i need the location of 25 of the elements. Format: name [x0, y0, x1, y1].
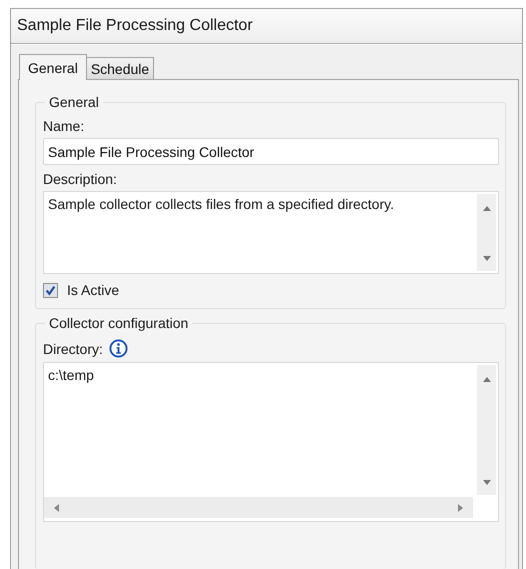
- info-icon[interactable]: [108, 339, 128, 358]
- scroll-up-icon: [482, 206, 490, 211]
- name-field[interactable]: Sample File Processing Collector: [43, 138, 499, 165]
- field-label: Name:: [43, 118, 86, 134]
- directory-text: c:\temp: [47, 366, 95, 385]
- tab[interactable]: General: [19, 54, 87, 80]
- scroll-down-icon: [482, 256, 490, 261]
- scrollbar[interactable]: [44, 497, 473, 518]
- description-text: Sample collector collects files from a specified directory.: [47, 195, 395, 214]
- description-field[interactable]: Sample collector collects files from a specified directory.: [43, 191, 499, 274]
- scrollbar[interactable]: [477, 194, 496, 271]
- directory-field[interactable]: c:\temp: [43, 362, 499, 522]
- field-label: Directory:: [43, 340, 103, 356]
- checkbox[interactable]: [43, 282, 58, 298]
- scrollbar[interactable]: [477, 365, 496, 495]
- scroll-up-icon: [482, 377, 490, 382]
- scroll-left-icon: [54, 504, 59, 512]
- window-title: Sample File Processing Collector: [17, 17, 253, 35]
- group-title: General: [48, 94, 100, 110]
- group-title: Collector configuration: [48, 315, 190, 331]
- field-label: Description:: [43, 171, 118, 187]
- checkbox-label: Is Active: [67, 282, 120, 298]
- tab[interactable]: Schedule: [86, 57, 154, 79]
- scroll-right-icon: [458, 504, 463, 512]
- scroll-down-icon: [482, 480, 490, 485]
